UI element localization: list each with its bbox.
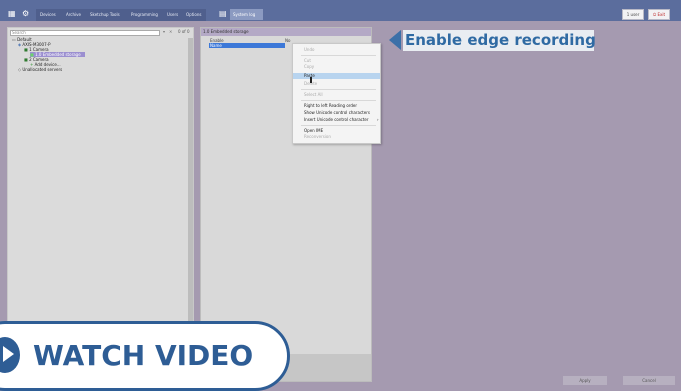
main-menu: Devices Archive Sketchup Tools Programmi… [36,9,206,21]
menu-item-select-all[interactable]: Select All [293,92,380,98]
menu-programming[interactable]: Programming [131,12,158,17]
menu-devices[interactable]: Devices [40,12,56,17]
filter-icon[interactable]: ▾ [163,29,165,34]
document-icon[interactable]: ▤ [219,10,227,18]
menu-item-delete[interactable]: Delete [293,81,380,87]
gear-icon[interactable]: ⚙ [22,10,29,18]
column-no: No [285,38,291,43]
menu-item-show-unicode[interactable]: Show Unicode control characters [293,110,380,116]
tree-item-unallocated[interactable]: ◇ Unallocated servers [18,67,62,72]
exit-button[interactable]: ⏻ Exit [648,9,670,20]
menu-item-undo[interactable]: Undo [293,47,380,53]
result-count: 0 of 0 [178,29,190,34]
menu-item-paste[interactable]: Paste [293,73,380,79]
app-grid-icon[interactable]: ▦ [8,10,16,18]
callout-text: Enable edge recording [405,31,596,49]
play-icon [3,346,14,362]
camera-icon: ■ [24,47,28,52]
camera-icon: ■ [24,57,28,62]
watch-video-label: WATCH VIDEO [33,339,254,372]
menu-separator [301,89,376,90]
menu-archive[interactable]: Archive [66,12,81,17]
tree-label: Unallocated servers [22,67,63,72]
cancel-button[interactable]: Cancel [623,376,675,385]
menu-options[interactable]: Options [186,12,201,17]
menu-item-reconversion[interactable]: Reconversion [293,134,380,140]
submenu-arrow-icon: › [377,117,379,122]
menu-sketchup-tools[interactable]: Sketchup Tools [90,12,120,17]
menu-users[interactable]: Users [167,12,178,17]
clear-icon[interactable]: ✕ [169,29,172,34]
menu-separator [301,125,376,126]
exit-label: Exit [657,12,666,17]
power-icon: ⏻ [652,12,657,17]
apply-button[interactable]: Apply [563,376,607,385]
user-button[interactable]: 1 user [622,9,644,20]
menu-separator [301,100,376,101]
text-cursor-icon [310,77,312,83]
name-field-value: Name [210,43,222,48]
callout-arrow-icon [389,30,401,50]
search-input[interactable]: Search [10,30,160,36]
panel-title: 1.0 Embedded storage [201,28,371,36]
system-log-button[interactable]: System log [230,9,263,20]
context-menu: Undo Cut Copy Paste Delete Select All Ri… [292,43,381,144]
menu-item-rtl[interactable]: Right to left Reading order [293,103,380,109]
menu-item-insert-unicode[interactable]: Insert Unicode control character [293,117,380,123]
server-icon: ◇ [18,67,22,72]
menu-separator [301,55,376,56]
device-icon: ◈ [18,42,22,47]
folder-icon: ▭ [12,37,16,42]
menu-item-copy[interactable]: Copy [293,64,380,70]
name-field[interactable]: Name [209,43,285,48]
